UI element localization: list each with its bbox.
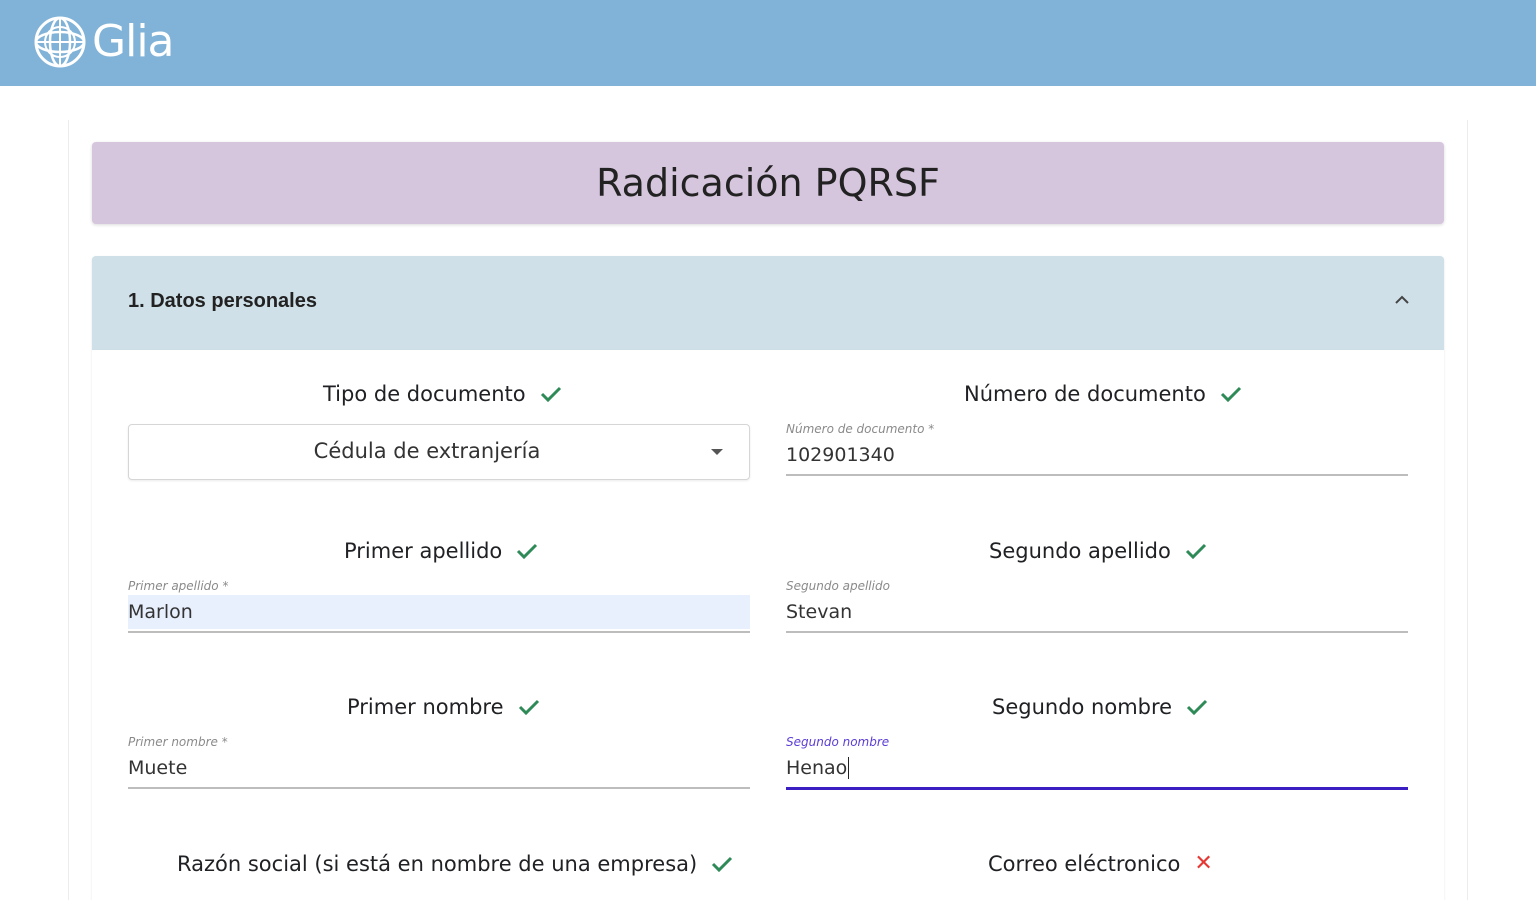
second-name-field: Segundo nombre <box>786 735 1408 797</box>
brand-name: Glia <box>92 16 175 67</box>
second-name-input[interactable] <box>786 751 1408 785</box>
chevron-up-icon[interactable] <box>1392 290 1412 310</box>
check-icon <box>1220 386 1241 403</box>
section-header-datos-personales[interactable]: 1. Datos personales <box>92 256 1444 350</box>
text-caret <box>848 757 849 779</box>
field-heading-razon-social: Razón social (si está en nombre de una e… <box>177 852 733 876</box>
document-type-select[interactable]: Cédula de extranjería <box>128 424 750 480</box>
second-surname-underline <box>786 631 1408 633</box>
page-title-banner: Radicación PQRSF <box>92 142 1444 224</box>
check-icon <box>1187 699 1208 716</box>
field-heading-correo: Correo eléctronico ✕ <box>988 852 1213 876</box>
field-heading-primer-apellido: Primer apellido <box>344 539 538 563</box>
page-title: Radicación PQRSF <box>596 161 940 205</box>
field-heading-label: Primer nombre <box>347 695 504 719</box>
document-type-selected-value: Cédula de extranjería <box>313 439 541 463</box>
field-heading-tipo-documento: Tipo de documento <box>323 382 562 406</box>
section-title: 1. Datos personales <box>128 290 317 312</box>
field-heading-label: Razón social (si está en nombre de una e… <box>177 852 698 876</box>
brand-logo[interactable]: Glia <box>34 16 175 68</box>
first-name-underline <box>128 787 750 789</box>
top-bar: Glia <box>0 0 1536 86</box>
field-heading-label: Correo eléctronico <box>988 852 1181 876</box>
document-number-label: Número de documento * <box>786 422 935 436</box>
check-icon <box>540 386 561 403</box>
document-number-underline <box>786 474 1408 476</box>
field-heading-numero-documento: Número de documento <box>964 382 1242 406</box>
first-surname-field: Primer apellido * <box>128 579 750 641</box>
second-surname-label: Segundo apellido <box>786 579 890 593</box>
field-heading-label: Segundo apellido <box>989 539 1171 563</box>
first-name-field: Primer nombre * <box>128 735 750 797</box>
second-name-label: Segundo nombre <box>786 735 890 749</box>
first-name-input[interactable] <box>128 751 750 785</box>
field-heading-label: Primer apellido <box>344 539 503 563</box>
second-surname-field: Segundo apellido <box>786 579 1408 641</box>
second-name-underline <box>786 787 1408 790</box>
second-surname-input[interactable] <box>786 595 1408 629</box>
first-name-label: Primer nombre * <box>128 735 228 749</box>
first-surname-underline <box>128 631 750 633</box>
check-icon <box>1185 543 1206 560</box>
first-surname-label: Primer apellido * <box>128 579 229 593</box>
field-heading-label: Tipo de documento <box>323 382 526 406</box>
check-icon <box>517 543 538 560</box>
document-number-field: Número de documento * <box>786 422 1408 484</box>
document-number-input[interactable] <box>786 438 1408 472</box>
field-heading-segundo-nombre: Segundo nombre <box>992 695 1208 719</box>
field-heading-primer-nombre: Primer nombre <box>347 695 540 719</box>
field-heading-segundo-apellido: Segundo apellido <box>989 539 1207 563</box>
first-surname-input[interactable] <box>128 595 750 629</box>
check-icon <box>518 699 539 716</box>
check-icon <box>712 856 733 873</box>
glia-sphere-icon <box>34 16 86 68</box>
field-heading-label: Segundo nombre <box>992 695 1173 719</box>
field-heading-label: Número de documento <box>964 382 1206 406</box>
caret-down-icon[interactable] <box>711 449 723 455</box>
x-icon: ✕ <box>1194 851 1213 876</box>
